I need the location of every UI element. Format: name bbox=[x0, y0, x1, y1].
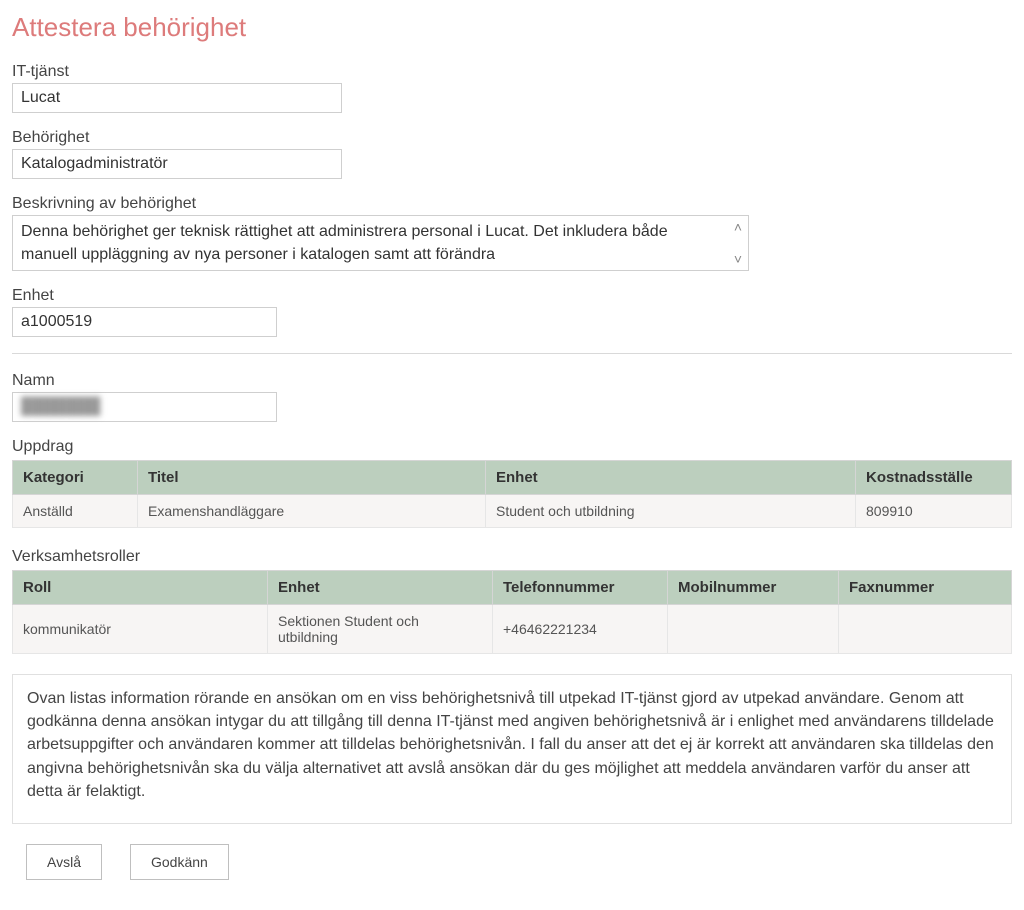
divider bbox=[12, 353, 1012, 354]
cell-titel: Examenshandläggare bbox=[138, 495, 486, 528]
input-it-service[interactable]: Lucat bbox=[12, 83, 342, 113]
page-title: Attestera behörighet bbox=[12, 12, 1012, 43]
field-permission: Behörighet Katalogadministratör bbox=[12, 129, 1012, 179]
label-name: Namn bbox=[12, 372, 1012, 390]
reject-button[interactable]: Avslå bbox=[26, 844, 102, 880]
label-unit: Enhet bbox=[12, 287, 1012, 305]
cell-roll: kommunikatör bbox=[13, 605, 268, 654]
th-enhet: Enhet bbox=[486, 461, 856, 495]
name-redacted: ███████ bbox=[21, 398, 100, 416]
th-kostnad: Kostnadsställe bbox=[856, 461, 1012, 495]
table-row: Anställd Examenshandläggare Student och … bbox=[13, 495, 1012, 528]
table-row: kommunikatör Sektionen Student och utbil… bbox=[13, 605, 1012, 654]
chevron-up-icon[interactable]: ˄ bbox=[734, 220, 742, 234]
table-uppdrag: Kategori Titel Enhet Kostnadsställe Anst… bbox=[12, 460, 1012, 528]
field-it-service: IT-tjänst Lucat bbox=[12, 63, 1012, 113]
cell-tel: +46462221234 bbox=[493, 605, 668, 654]
cell-fax bbox=[839, 605, 1012, 654]
label-roller: Verksamhetsroller bbox=[12, 548, 1012, 566]
th-fax: Faxnummer bbox=[839, 571, 1012, 605]
label-it-service: IT-tjänst bbox=[12, 63, 1012, 81]
input-permission[interactable]: Katalogadministratör bbox=[12, 149, 342, 179]
cell-kostnad: 809910 bbox=[856, 495, 1012, 528]
button-row: Avslå Godkänn bbox=[12, 844, 1012, 880]
th-tel: Telefonnummer bbox=[493, 571, 668, 605]
textarea-permission-desc[interactable]: Denna behörighet ger teknisk rättighet a… bbox=[12, 215, 749, 271]
chevron-down-icon[interactable]: ˅ bbox=[734, 252, 742, 266]
field-unit: Enhet a1000519 bbox=[12, 287, 1012, 337]
scrollbar[interactable]: ˄ ˅ bbox=[734, 216, 742, 270]
label-uppdrag: Uppdrag bbox=[12, 438, 1012, 456]
cell-kategori: Anställd bbox=[13, 495, 138, 528]
th-kategori: Kategori bbox=[13, 461, 138, 495]
th-roll: Roll bbox=[13, 571, 268, 605]
cell-enhet: Student och utbildning bbox=[486, 495, 856, 528]
input-unit[interactable]: a1000519 bbox=[12, 307, 277, 337]
input-name[interactable]: ███████ bbox=[12, 392, 277, 422]
cell-enhet2: Sektionen Student och utbildning bbox=[268, 605, 493, 654]
info-text: Ovan listas information rörande en ansök… bbox=[12, 674, 1012, 824]
permission-desc-text: Denna behörighet ger teknisk rättighet a… bbox=[21, 223, 668, 263]
field-name: Namn ███████ bbox=[12, 372, 1012, 422]
label-permission: Behörighet bbox=[12, 129, 1012, 147]
th-mobil: Mobilnummer bbox=[668, 571, 839, 605]
th-enhet2: Enhet bbox=[268, 571, 493, 605]
cell-mobil bbox=[668, 605, 839, 654]
approve-button[interactable]: Godkänn bbox=[130, 844, 229, 880]
table-roller: Roll Enhet Telefonnummer Mobilnummer Fax… bbox=[12, 570, 1012, 654]
label-permission-desc: Beskrivning av behörighet bbox=[12, 195, 1012, 213]
field-permission-desc: Beskrivning av behörighet Denna behörigh… bbox=[12, 195, 1012, 271]
th-titel: Titel bbox=[138, 461, 486, 495]
